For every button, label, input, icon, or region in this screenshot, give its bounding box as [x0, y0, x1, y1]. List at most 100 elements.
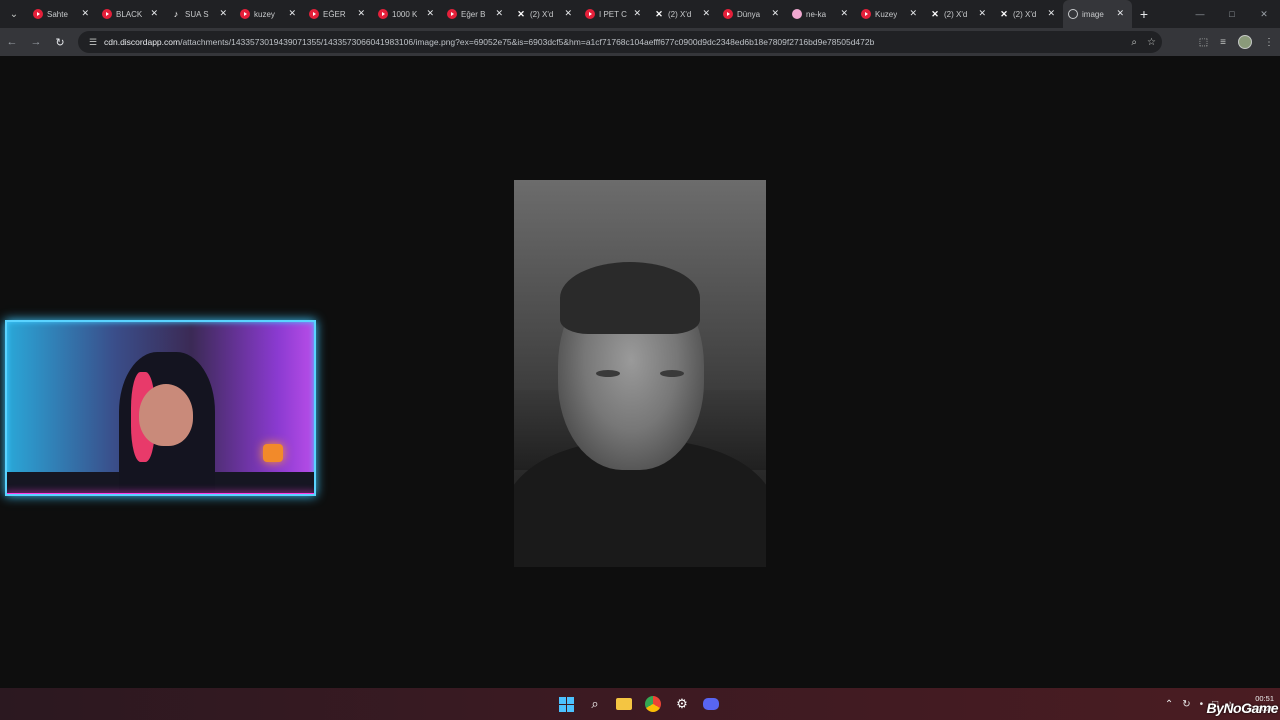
tab-11[interactable]: ne-ka ✕ — [787, 0, 856, 28]
tab-title: 1000 K — [392, 9, 418, 19]
youtube-icon — [723, 9, 733, 19]
tab-close-icon[interactable]: ✕ — [840, 8, 848, 19]
tab-15[interactable]: image ✕ — [1063, 0, 1132, 28]
zoom-icon[interactable]: ⌕ — [1131, 37, 1137, 48]
youtube-icon — [33, 9, 43, 19]
url-text[interactable]: cdn.discordapp.com/attachments/143357301… — [104, 37, 874, 47]
tab-title: image — [1082, 9, 1104, 19]
tab-4[interactable]: EĞER ✕ — [304, 0, 373, 28]
maximize-icon[interactable]: □ — [1216, 0, 1248, 28]
youtube-icon — [102, 9, 112, 19]
tab-title: (2) X'd — [530, 9, 554, 19]
tab-search-chevron-icon[interactable]: ⌄ — [0, 0, 28, 28]
site-info-icon[interactable]: ☰ — [84, 37, 102, 48]
tab-title: Dünya — [737, 9, 761, 19]
tab-list: Sahte ✕ BLACK ✕ ♪ SUA S ✕ kuzey ✕ EĞER ✕ 1000 K ✕ Eğe… — [28, 0, 1132, 28]
tab-1[interactable]: BLACK ✕ — [97, 0, 166, 28]
globe-icon — [1068, 9, 1078, 19]
tab-title: Sahte — [47, 9, 68, 19]
tab-title: I PET C — [599, 9, 627, 19]
photo-right-eye — [660, 370, 684, 377]
bookmark-star-icon[interactable]: ☆ — [1147, 37, 1156, 48]
web-icon — [792, 9, 802, 19]
tab-title: kuzey — [254, 9, 275, 19]
tab-9[interactable]: ✕ (2) X'd ✕ — [649, 0, 718, 28]
tab-close-icon[interactable]: ✕ — [771, 8, 779, 19]
tab-0[interactable]: Sahte ✕ — [28, 0, 97, 28]
tab-close-icon[interactable]: ✕ — [426, 8, 434, 19]
forward-arrow-icon[interactable]: → — [24, 28, 48, 56]
tiktok-icon: ♪ — [173, 9, 179, 19]
tab-6[interactable]: Eğer B ✕ — [442, 0, 511, 28]
media-control-icon[interactable]: ≡ — [1220, 37, 1226, 48]
tab-13[interactable]: ✕ (2) X'd ✕ — [925, 0, 994, 28]
watermark: ByNoGame — [1206, 700, 1279, 716]
youtube-icon — [447, 9, 457, 19]
tab-7[interactable]: ✕ (2) X'd ✕ — [511, 0, 580, 28]
close-window-icon[interactable]: ✕ — [1248, 0, 1280, 28]
minimize-icon[interactable]: — — [1184, 0, 1216, 28]
streamer-webcam-overlay — [5, 320, 316, 496]
browser-toolbar: ← → ↻ ☰ cdn.discordapp.com/attachments/1… — [0, 28, 1280, 56]
discord-icon[interactable] — [701, 694, 721, 714]
tab-2[interactable]: ♪ SUA S ✕ — [166, 0, 235, 28]
tab-close-icon[interactable]: ✕ — [1047, 8, 1055, 19]
x-icon: ✕ — [517, 8, 525, 19]
tab-close-icon[interactable]: ✕ — [909, 8, 917, 19]
back-arrow-icon[interactable]: ← — [0, 28, 24, 56]
tab-5[interactable]: 1000 K ✕ — [373, 0, 442, 28]
tab-close-icon[interactable]: ✕ — [702, 8, 710, 19]
page-viewport — [0, 57, 1280, 688]
tab-12[interactable]: Kuzey ✕ — [856, 0, 925, 28]
sync-icon[interactable]: ↻ — [1182, 699, 1190, 710]
search-icon[interactable]: ⌕ — [585, 694, 605, 714]
tab-close-icon[interactable]: ✕ — [288, 8, 296, 19]
tab-title: (2) X'd — [668, 9, 692, 19]
extensions-puzzle-icon[interactable]: ⬚ — [1199, 37, 1208, 48]
microphone-icon[interactable]: • — [1200, 699, 1204, 710]
tab-close-icon[interactable]: ✕ — [1116, 8, 1124, 19]
tab-title: ne-ka — [806, 9, 827, 19]
tab-title: (2) X'd — [944, 9, 968, 19]
tab-close-icon[interactable]: ✕ — [633, 8, 641, 19]
youtube-icon — [861, 9, 871, 19]
youtube-icon — [585, 9, 595, 19]
tab-close-icon[interactable]: ✕ — [495, 8, 503, 19]
address-bar[interactable]: ☰ cdn.discordapp.com/attachments/1433573… — [78, 31, 1162, 53]
app-settings-gear-icon[interactable]: ⚙ — [672, 694, 692, 714]
new-tab-plus-icon[interactable]: + — [1132, 0, 1156, 28]
tab-10[interactable]: Dünya ✕ — [718, 0, 787, 28]
youtube-icon — [240, 9, 250, 19]
tab-8[interactable]: I PET C ✕ — [580, 0, 649, 28]
displayed-image[interactable] — [514, 180, 766, 567]
tab-close-icon[interactable]: ✕ — [150, 8, 158, 19]
tab-14[interactable]: ✕ (2) X'd ✕ — [994, 0, 1063, 28]
x-icon: ✕ — [931, 8, 939, 19]
taskbar-apps: ⌕ ⚙ — [556, 688, 721, 720]
toolbar-actions: ⬚ ≡ ⋮ — [1199, 28, 1274, 56]
photo-person-hair — [560, 262, 700, 334]
omnibox-actions: ⌕ ☆ — [1131, 31, 1156, 53]
tab-strip: ⌄ Sahte ✕ BLACK ✕ ♪ SUA S ✕ kuzey ✕ EĞER ✕ 1000 K ✕ E… — [0, 0, 1280, 28]
x-icon: ✕ — [1000, 8, 1008, 19]
profile-avatar[interactable] — [1238, 35, 1252, 49]
window-controls: — □ ✕ — [1184, 0, 1280, 28]
tray-chevron-up-icon[interactable]: ⌃ — [1165, 699, 1173, 710]
tab-close-icon[interactable]: ✕ — [564, 8, 572, 19]
tab-title: Eğer B — [461, 9, 486, 19]
menu-kebab-icon[interactable]: ⋮ — [1264, 37, 1274, 48]
reload-icon[interactable]: ↻ — [48, 28, 72, 56]
tab-3[interactable]: kuzey ✕ — [235, 0, 304, 28]
tab-title: SUA S — [185, 9, 209, 19]
tab-close-icon[interactable]: ✕ — [219, 8, 227, 19]
tab-close-icon[interactable]: ✕ — [357, 8, 365, 19]
file-explorer-icon[interactable] — [614, 694, 634, 714]
start-windows-icon[interactable] — [556, 694, 576, 714]
tab-close-icon[interactable]: ✕ — [978, 8, 986, 19]
x-icon: ✕ — [655, 8, 663, 19]
tab-title: (2) X'd — [1013, 9, 1037, 19]
chrome-icon[interactable] — [643, 694, 663, 714]
tab-close-icon[interactable]: ✕ — [81, 8, 89, 19]
youtube-icon — [309, 9, 319, 19]
tab-title: EĞER — [323, 9, 346, 19]
